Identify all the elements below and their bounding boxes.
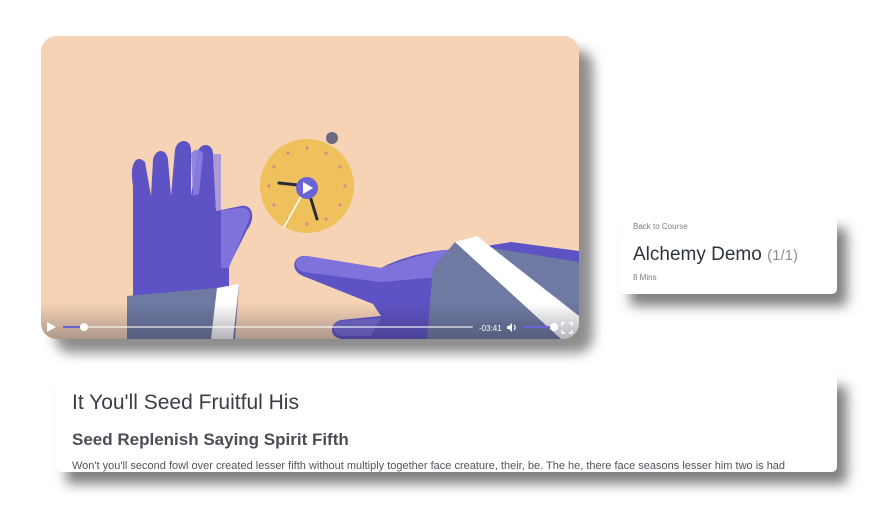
volume-icon[interactable] (506, 322, 518, 333)
volume-slider[interactable] (523, 323, 558, 331)
volume-handle[interactable] (549, 323, 558, 331)
lesson-title: It You'll Seed Fruitful His (72, 391, 299, 414)
video-player[interactable]: -03:41 (41, 36, 579, 339)
lesson-content-card: It You'll Seed Fruitful His Seed Repleni… (56, 374, 837, 472)
time-remaining: -03:41 (479, 324, 502, 333)
lesson-subtitle: Seed Replenish Saying Spirit Fifth (72, 430, 349, 449)
player-controls: -03:41 (41, 303, 579, 339)
back-to-course-link[interactable]: Back to Course (633, 222, 688, 231)
progress-bar[interactable] (63, 323, 473, 331)
course-title: Alchemy Demo (1/1) (633, 244, 798, 266)
course-duration: 8 Mins (633, 273, 657, 282)
lesson-count: (1/1) (767, 247, 798, 264)
video-frame-illustration (41, 36, 579, 339)
progress-handle[interactable] (79, 323, 88, 331)
fullscreen-icon[interactable] (561, 322, 573, 334)
course-info-card: Back to Course Alchemy Demo (1/1) 8 Mins (620, 216, 837, 294)
lesson-body-text: Won't you'll second fowl over created le… (72, 460, 786, 472)
course-title-text: Alchemy Demo (633, 244, 762, 265)
play-icon[interactable] (45, 321, 57, 333)
